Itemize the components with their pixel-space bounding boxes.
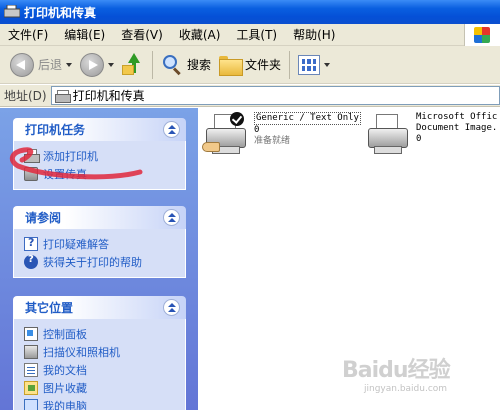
collapse-icon[interactable] — [163, 299, 180, 316]
forward-arrow-icon — [80, 52, 105, 77]
task-print-troubleshooter[interactable]: 打印疑难解答 — [24, 235, 185, 253]
printer-doc-count: 0 — [416, 134, 422, 144]
place-label: 控制面板 — [43, 328, 87, 341]
menu-file[interactable]: 文件(F) — [0, 25, 56, 45]
place-label: 我的文档 — [43, 364, 87, 377]
menu-edit[interactable]: 编辑(E) — [56, 25, 113, 45]
printer-folder-icon — [54, 89, 71, 103]
help-circle-icon — [24, 254, 38, 269]
menu-view[interactable]: 查看(V) — [113, 25, 171, 45]
views-dropdown-icon[interactable] — [324, 62, 331, 67]
window-title: 打印机和传真 — [24, 5, 97, 20]
place-my-pictures[interactable]: 图片收藏 — [24, 379, 185, 397]
toolbar-separator — [152, 50, 154, 79]
pictures-icon — [24, 381, 38, 395]
printer-folder-icon — [3, 4, 21, 19]
printer-name: Generic / Text Only — [254, 112, 361, 125]
red-annotation-stroke — [9, 147, 143, 180]
back-button[interactable]: 后退 — [6, 49, 76, 81]
task-label: 打印疑难解答 — [43, 238, 109, 251]
scanner-icon — [24, 345, 38, 359]
back-dropdown-icon[interactable] — [66, 62, 73, 67]
see-also-group: 请参阅 打印疑难解答 获得关于打印的帮助 — [13, 206, 186, 278]
printer-name-line2: Document Image. — [416, 123, 498, 133]
menu-bar: 文件(F) 编辑(E) 查看(V) 收藏(A) 工具(T) 帮助(H) — [0, 23, 500, 46]
search-icon — [161, 54, 183, 76]
folders-label: 文件夹 — [245, 58, 282, 72]
place-label: 我的电脑 — [43, 400, 87, 410]
other-places-header[interactable]: 其它位置 — [13, 296, 186, 319]
see-also-header[interactable]: 请参阅 — [13, 206, 186, 229]
watermark-brand: Baidu经验 — [342, 358, 451, 383]
baidu-watermark: Baidu经验 jingyan.baidu.com — [342, 352, 472, 394]
menu-help[interactable]: 帮助(H) — [285, 25, 343, 45]
other-places-group: 其它位置 控制面板 扫描仪和照相机 我的文档 图片收藏 我的电脑 — [13, 296, 186, 410]
folder-icon — [219, 55, 244, 76]
address-value: 打印机和传真 — [72, 89, 145, 103]
windows-logo-icon — [464, 23, 500, 46]
address-bar: 地址(D) 打印机和传真 — [0, 85, 500, 107]
place-label: 扫描仪和照相机 — [43, 346, 120, 359]
place-scanners-cameras[interactable]: 扫描仪和照相机 — [24, 343, 185, 361]
computer-icon — [24, 399, 38, 410]
printer-status: 准备就绪 — [254, 136, 291, 146]
help-book-icon — [24, 236, 38, 251]
title-bar: 打印机和传真 — [0, 0, 500, 24]
place-label: 图片收藏 — [43, 382, 87, 395]
default-printer-icon — [202, 112, 250, 160]
search-label: 搜索 — [187, 58, 212, 72]
other-places-title: 其它位置 — [25, 301, 74, 315]
place-my-computer[interactable]: 我的电脑 — [24, 397, 185, 410]
printer-icon — [364, 112, 412, 160]
toolbar-separator — [289, 50, 291, 79]
printer-name: Microsoft Offic — [416, 112, 498, 122]
printer-generic-text-only[interactable]: Generic / Text Only 0 准备就绪 — [202, 112, 361, 160]
up-folder-icon — [122, 52, 144, 77]
up-button[interactable] — [118, 49, 148, 81]
views-button[interactable] — [294, 49, 334, 81]
printer-microsoft-office-document-image[interactable]: Microsoft Offic Document Image. 0 — [364, 112, 497, 160]
back-arrow-icon — [10, 52, 34, 77]
see-also-title: 请参阅 — [25, 211, 62, 225]
collapse-icon[interactable] — [163, 209, 180, 226]
back-label: 后退 — [38, 58, 63, 72]
printer-doc-count: 0 — [254, 125, 260, 135]
folders-button[interactable]: 文件夹 — [215, 49, 285, 81]
views-icon — [298, 54, 321, 75]
toolbar: 后退 搜索 文件夹 — [0, 46, 500, 84]
address-field[interactable]: 打印机和传真 — [50, 86, 500, 105]
task-label: 获得关于打印的帮助 — [43, 256, 142, 269]
control-panel-icon — [24, 327, 38, 341]
watermark-url: jingyan.baidu.com — [364, 384, 448, 394]
menu-tools[interactable]: 工具(T) — [228, 25, 285, 45]
documents-icon — [24, 363, 38, 377]
search-button[interactable]: 搜索 — [157, 49, 215, 81]
forward-dropdown-icon[interactable] — [108, 62, 115, 67]
address-label: 地址(D) — [4, 89, 47, 103]
place-control-panel[interactable]: 控制面板 — [24, 325, 185, 343]
forward-button[interactable] — [76, 49, 118, 81]
menu-favorites[interactable]: 收藏(A) — [171, 25, 229, 45]
place-my-documents[interactable]: 我的文档 — [24, 361, 185, 379]
task-print-help[interactable]: 获得关于打印的帮助 — [24, 253, 185, 271]
